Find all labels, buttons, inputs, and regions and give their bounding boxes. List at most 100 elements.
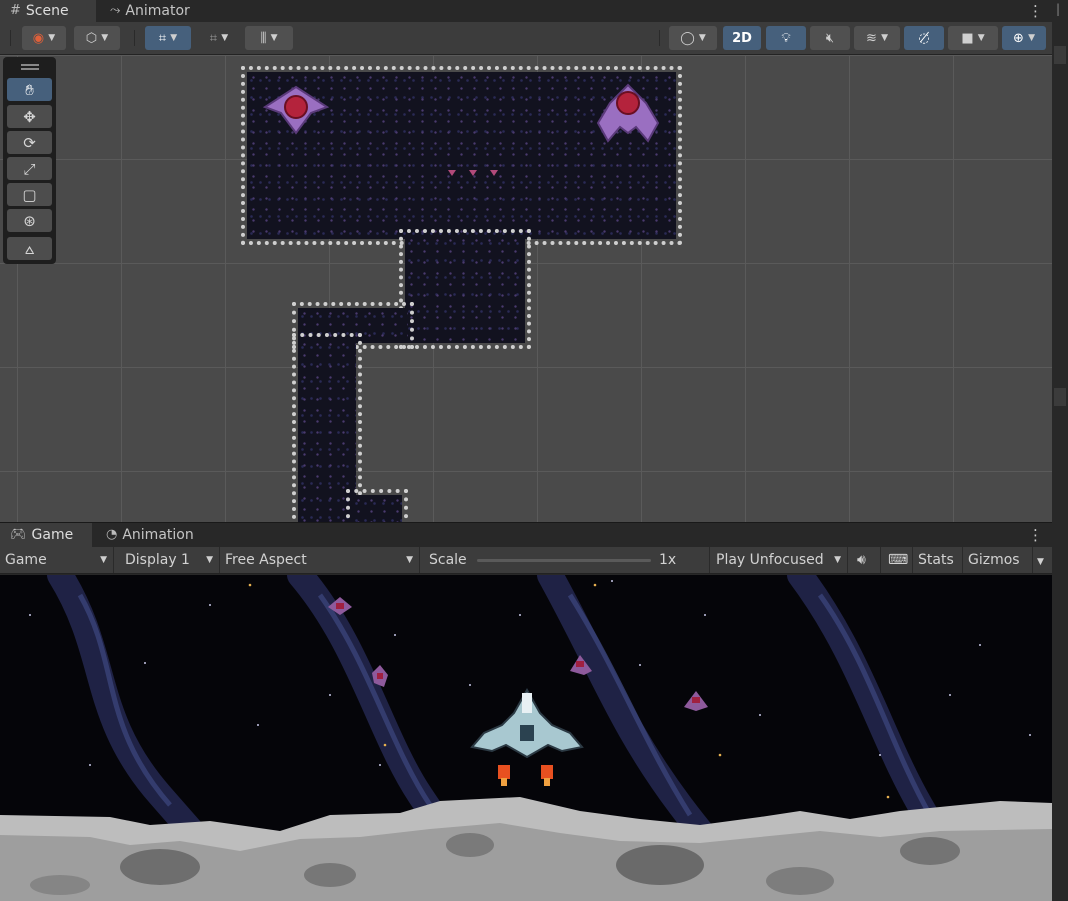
scene-menu-icon[interactable]: ⋮: [1028, 3, 1043, 19]
scene-tab-bar: # Scene ⤳ Animator ⋮: [0, 0, 1052, 22]
sphere-icon: ◯: [680, 30, 695, 46]
cube-icon: ⬡: [85, 30, 98, 46]
game-menu-icon[interactable]: ⋮: [1028, 527, 1043, 543]
camera-settings-button[interactable]: ■ ▼: [948, 26, 998, 50]
asteroid-surface-icon: [0, 797, 1052, 901]
chevron-down-icon: ▼: [1037, 557, 1044, 567]
2d-mode-button[interactable]: 2D: [723, 26, 761, 50]
chevron-down-icon: ▼: [221, 33, 229, 43]
lighting-toggle-button[interactable]: 💡︎: [766, 26, 806, 50]
display-dropdown-label: Display 1: [125, 552, 190, 568]
scale-slider[interactable]: [477, 559, 651, 562]
level-corridor-mid: [399, 229, 531, 349]
chevron-down-icon: ▼: [881, 33, 888, 43]
draw-mode-button[interactable]: ◉ ▼: [22, 26, 66, 50]
scale-icon: ⤢: [23, 159, 36, 178]
level-corridor-down: [292, 333, 362, 522]
chevron-down-icon: ▼: [834, 555, 841, 565]
keyboard-icon: ⌨: [888, 552, 909, 568]
enemy-minion-group-icon[interactable]: [446, 167, 504, 179]
move-arrows-icon: ✥: [23, 107, 36, 126]
player-ship-icon: [470, 687, 584, 786]
hand-tool-button[interactable]: ✋︎: [7, 78, 52, 101]
custom-editor-icon: ⩟: [24, 239, 35, 258]
custom-tool-button[interactable]: ⩟: [7, 237, 52, 260]
chevron-down-icon: ▼: [270, 33, 278, 43]
grid-settings-button[interactable]: ⫼ ▼: [245, 26, 293, 50]
chevron-down-icon: ▼: [48, 33, 56, 43]
view-dropdown-label: Game: [5, 552, 47, 568]
clock-icon: ◔: [106, 527, 118, 542]
shading-mode-button[interactable]: ◯ ▼: [669, 26, 717, 50]
mute-audio-button[interactable]: 🔊︎: [849, 547, 881, 573]
tab-game-label: Game: [31, 527, 74, 543]
eye-slash-icon: ◌̸: [918, 30, 930, 46]
rect-tool-button[interactable]: ▢: [7, 183, 52, 206]
game-tab-bar: 🎮︎ Game ◔ Animation ⋮: [0, 523, 1052, 547]
tab-animator-label: Animator: [125, 3, 190, 19]
gizmos-button[interactable]: Gizmos: [963, 547, 1033, 573]
chevron-down-icon: ▼: [977, 33, 985, 43]
scale-tool-button[interactable]: ⤢: [7, 157, 52, 180]
transform-icon: ⊛: [23, 211, 36, 230]
play-mode-dropdown[interactable]: Play Unfocused ▼: [711, 547, 848, 573]
tab-animator[interactable]: ⤳ Animator: [100, 0, 200, 22]
enemy-sprite-icon[interactable]: [596, 83, 660, 145]
grid-snap-button[interactable]: ⌗ ▼: [145, 26, 191, 50]
chevron-down-icon: ▼: [206, 555, 213, 565]
aspect-dropdown[interactable]: Free Aspect ▼: [220, 547, 420, 573]
view-dropdown[interactable]: Game ▼: [0, 547, 114, 573]
right-scrollbar[interactable]: |: [1052, 0, 1068, 901]
move-tool-button[interactable]: ✥: [7, 105, 52, 128]
game-toolbar: Game ▼ Display 1 ▼ Free Aspect ▼ Scale 1…: [0, 547, 1052, 574]
tab-scene[interactable]: # Scene: [0, 0, 96, 22]
tab-scene-label: Scene: [25, 3, 69, 19]
scene-viewport[interactable]: [0, 55, 1052, 522]
audio-toggle-button[interactable]: 🔇︎: [810, 26, 850, 50]
shortcuts-button[interactable]: ⌨: [881, 547, 913, 573]
grid-icon: #: [10, 3, 21, 18]
gizmos-label: Gizmos: [968, 552, 1020, 568]
scene-panel: # Scene ⤳ Animator ⋮ ◉ ▼ ⬡ ▼ ⌗ ▼ ⌗ ▼ ⫼ ▼…: [0, 0, 1052, 522]
camera-icon: ■: [961, 30, 974, 46]
globe-icon: ⊕: [1013, 30, 1024, 46]
increment-snap-button[interactable]: ⌗ ▼: [197, 26, 241, 50]
game-viewport[interactable]: [0, 575, 1052, 901]
gamepad-icon: 🎮︎: [10, 527, 27, 542]
scrollbar-thumb[interactable]: [1054, 46, 1066, 64]
rect-transform-icon: ▢: [22, 185, 37, 204]
chevron-down-icon: ▼: [100, 555, 107, 565]
gizmos-dropdown[interactable]: ▼: [1033, 547, 1052, 573]
toolbar-separator: [10, 30, 11, 46]
enemy-ship-icon: [328, 597, 708, 711]
level-corridor-left: [292, 302, 414, 349]
render-mode-button[interactable]: ⬡ ▼: [74, 26, 120, 50]
enemy-sprite-icon[interactable]: [263, 83, 329, 135]
tab-animation[interactable]: ◔ Animation: [96, 523, 208, 547]
scale-label: Scale: [429, 552, 467, 568]
speaker-icon: 🔊︎: [857, 552, 866, 568]
snap-magnet-icon: ⌗: [209, 30, 218, 46]
play-mode-label: Play Unfocused: [716, 552, 824, 568]
transform-tool-button[interactable]: ⊛: [7, 209, 52, 232]
chevron-down-icon: ▼: [698, 33, 706, 43]
mute-icon: 🔇︎: [825, 30, 835, 46]
chevron-down-icon: ▼: [1028, 33, 1035, 43]
display-dropdown[interactable]: Display 1 ▼: [120, 547, 220, 573]
rotate-tool-button[interactable]: ⟳: [7, 131, 52, 154]
chevron-down-icon: ▼: [406, 555, 413, 565]
scale-value: 1x: [659, 552, 677, 568]
2d-mode-label: 2D: [732, 30, 752, 46]
aspect-dropdown-label: Free Aspect: [225, 552, 307, 568]
drag-handle-icon[interactable]: [21, 64, 39, 66]
hidden-objects-button[interactable]: ◌̸: [904, 26, 944, 50]
gizmos-toggle-button[interactable]: ⊕ ▼: [1002, 26, 1046, 50]
tab-game[interactable]: 🎮︎ Game: [0, 523, 92, 547]
stats-button[interactable]: Stats: [913, 547, 963, 573]
game-render: [0, 575, 1052, 901]
scene-toolbar: ◉ ▼ ⬡ ▼ ⌗ ▼ ⌗ ▼ ⫼ ▼ ◯ ▼ 2D 💡︎ 🔇︎ ≋ ▼ ◌̸ …: [0, 22, 1052, 55]
stats-label: Stats: [918, 552, 954, 568]
effects-button[interactable]: ≋ ▼: [854, 26, 900, 50]
scrollbar-thumb[interactable]: [1054, 388, 1066, 406]
draw-mode-icon: ◉: [32, 30, 45, 46]
